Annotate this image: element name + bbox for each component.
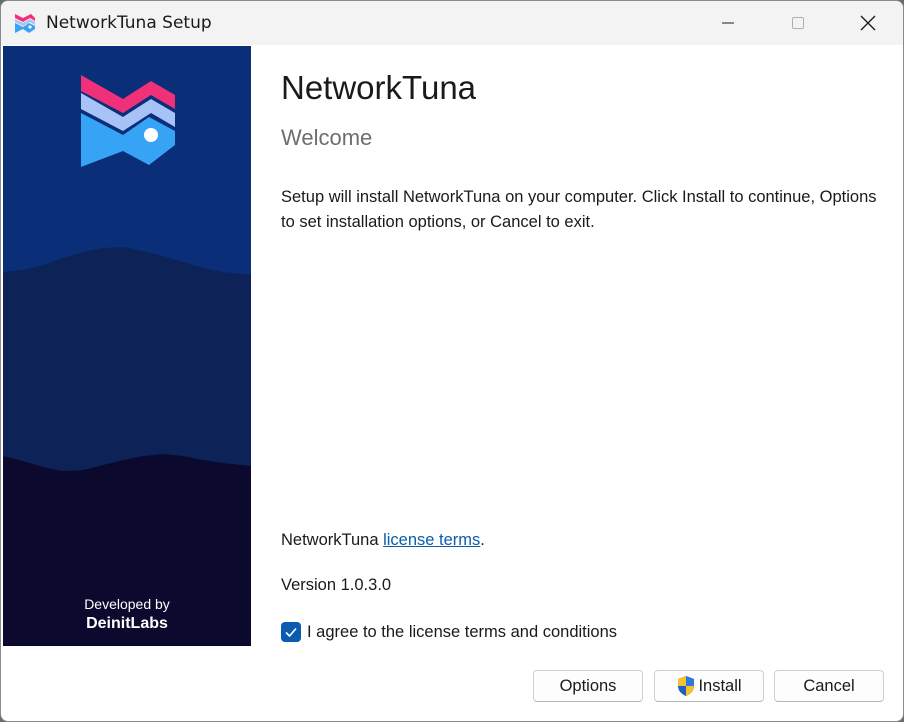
agree-checkbox[interactable] — [281, 622, 301, 642]
product-heading: NetworkTuna — [281, 69, 477, 106]
page-subheading: Welcome — [281, 125, 373, 150]
license-prefix: NetworkTuna — [281, 531, 384, 549]
cancel-button-label: Cancel — [803, 676, 855, 695]
version-text: Version 1.0.3.0 — [281, 576, 392, 594]
install-button[interactable]: Install — [654, 670, 764, 702]
agree-row[interactable]: I agree to the license terms and conditi… — [281, 621, 617, 643]
minimize-icon — [722, 22, 734, 24]
options-button[interactable]: Options — [533, 670, 643, 702]
minimize-button[interactable] — [705, 1, 751, 45]
developer-name: DeinitLabs — [86, 615, 168, 632]
license-line: NetworkTuna license terms. — [281, 531, 485, 550]
agree-label[interactable]: I agree to the license terms and conditi… — [307, 623, 617, 642]
options-button-label: Options — [559, 676, 617, 695]
checkmark-icon — [285, 627, 297, 638]
close-icon — [860, 15, 876, 31]
maximize-icon — [792, 17, 804, 29]
setup-window: NetworkTuna Setup Developed by DeinitLab… — [0, 0, 904, 722]
side-banner: Developed by DeinitLabs — [3, 46, 251, 646]
title-bar[interactable]: NetworkTuna Setup — [1, 1, 903, 45]
developed-by-label: Developed by — [84, 596, 170, 612]
cancel-button[interactable]: Cancel — [774, 670, 884, 702]
close-button[interactable] — [845, 1, 891, 45]
license-suffix: . — [480, 531, 485, 549]
setup-description: Setup will install NetworkTuna on your c… — [281, 188, 877, 231]
license-terms-link[interactable]: license terms — [383, 531, 480, 549]
uac-shield-icon — [678, 676, 695, 696]
install-button-label: Install — [698, 676, 742, 695]
window-title: NetworkTuna Setup — [46, 13, 212, 33]
fish-logo-icon — [15, 14, 35, 33]
maximize-button[interactable] — [775, 1, 821, 45]
fish-logo-large-icon — [81, 75, 175, 167]
